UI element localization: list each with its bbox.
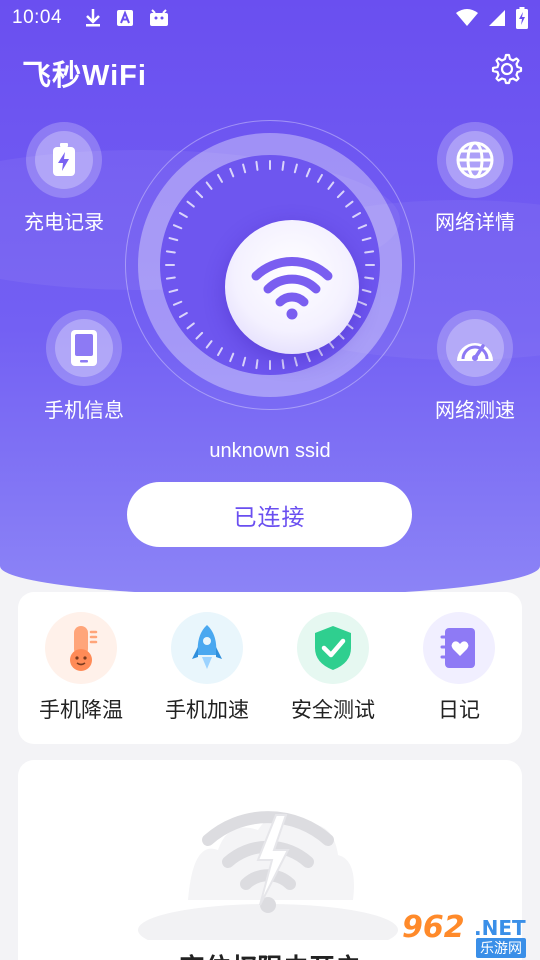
tool-label: 手机降温 <box>39 699 123 722</box>
watermark-main: 962 <box>402 910 465 945</box>
battery-icon <box>516 7 528 29</box>
dial-tick <box>305 352 311 363</box>
dial-tick <box>186 200 195 208</box>
network-speed-label: 网络测速 <box>435 400 515 422</box>
dial-tick <box>361 237 372 242</box>
battery-charge-icon <box>53 143 75 176</box>
diary-icon <box>440 628 475 668</box>
wifi-signal-icon <box>456 9 478 26</box>
tool-phone-cooling[interactable]: 手机降温 <box>21 612 141 724</box>
dial-tick <box>317 347 323 357</box>
dial-ring <box>138 133 402 397</box>
dial-tick <box>357 300 368 306</box>
download-icon <box>86 9 101 27</box>
dial-tick <box>242 163 247 174</box>
tool-label: 手机加速 <box>165 699 249 722</box>
dial-tick <box>168 237 179 242</box>
wifi-center-button[interactable] <box>225 220 359 354</box>
dial-tick <box>345 200 354 208</box>
dial-tick <box>165 276 176 280</box>
globe-icon <box>456 141 494 179</box>
gear-icon <box>491 53 523 85</box>
dial-tick <box>293 163 298 174</box>
dial-tick <box>352 212 362 218</box>
tool-diary[interactable]: 日记 <box>399 612 519 724</box>
tool-security-test[interactable]: 安全测试 <box>273 612 393 724</box>
dial-tick <box>281 160 285 171</box>
dial-tick <box>195 190 204 199</box>
tools-card: 手机降温 手机加速 安全测试 日记 <box>18 592 522 744</box>
cell-signal-icon <box>489 10 505 26</box>
charge-record-label: 充电记录 <box>24 212 104 234</box>
ssid-label: unknown ssid <box>209 440 331 462</box>
network-detail-button[interactable]: 网络详情 <box>415 122 535 235</box>
phone-info-button[interactable]: 手机信息 <box>24 310 144 423</box>
dial-tick <box>229 167 235 178</box>
dial-tick <box>172 300 183 306</box>
dial-tick <box>172 224 183 230</box>
site-watermark: 962 .NET 乐游网 <box>400 910 534 958</box>
dial-tick <box>336 190 345 199</box>
dial-tick <box>195 331 204 340</box>
network-detail-label: 网络详情 <box>435 212 515 234</box>
shield-check-icon <box>315 626 351 670</box>
dial-tick <box>327 181 335 190</box>
rocket-icon <box>192 625 222 669</box>
wifi-broken-icon <box>138 811 398 940</box>
font-a-icon <box>117 10 134 26</box>
dial-tick <box>242 356 247 367</box>
dial-tick <box>168 288 179 293</box>
dial-tick <box>293 356 298 367</box>
status-time: 10:04 <box>12 7 63 28</box>
dial-tick <box>357 224 368 230</box>
dial-tick <box>364 276 375 280</box>
dial-tick <box>217 347 223 357</box>
dial-tick <box>255 359 259 370</box>
dial-tick <box>186 322 195 330</box>
dial-tick <box>255 160 259 171</box>
network-speed-button[interactable]: 网络测速 <box>415 310 535 423</box>
tool-label: 安全测试 <box>291 699 375 722</box>
dial-tick <box>165 250 176 254</box>
thermometer-icon <box>70 626 98 671</box>
dial-tick <box>205 181 213 190</box>
connected-button[interactable]: 已连接 <box>127 482 412 547</box>
wifi-icon <box>251 257 333 320</box>
wifi-dial[interactable] <box>125 120 415 410</box>
settings-button[interactable] <box>488 50 526 88</box>
charge-record-button[interactable]: 充电记录 <box>4 122 124 235</box>
phone-info-label: 手机信息 <box>44 400 124 422</box>
dial-tick <box>217 173 223 183</box>
dial-face <box>160 155 380 375</box>
tool-phone-boost[interactable]: 手机加速 <box>147 612 267 724</box>
dial-tick <box>305 167 311 178</box>
app-title: 飞秒WiFi <box>22 60 147 92</box>
dial-tick <box>317 173 323 183</box>
watermark-sub: 乐游网 <box>476 938 526 958</box>
status-bar: 10:04 <box>0 0 540 36</box>
speedometer-icon <box>457 343 493 361</box>
android-icon <box>150 9 169 26</box>
watermark-net: .NET <box>474 916 526 940</box>
dial-tick <box>352 312 362 318</box>
tool-label: 日记 <box>438 699 480 722</box>
dial-tick <box>281 359 285 370</box>
dial-tick <box>178 212 188 218</box>
dial-tick <box>205 340 213 349</box>
dial-tick <box>364 250 375 254</box>
dial-tick <box>178 312 188 318</box>
phone-icon <box>71 330 97 366</box>
dial-tick <box>229 352 235 363</box>
dial-tick <box>361 288 372 293</box>
